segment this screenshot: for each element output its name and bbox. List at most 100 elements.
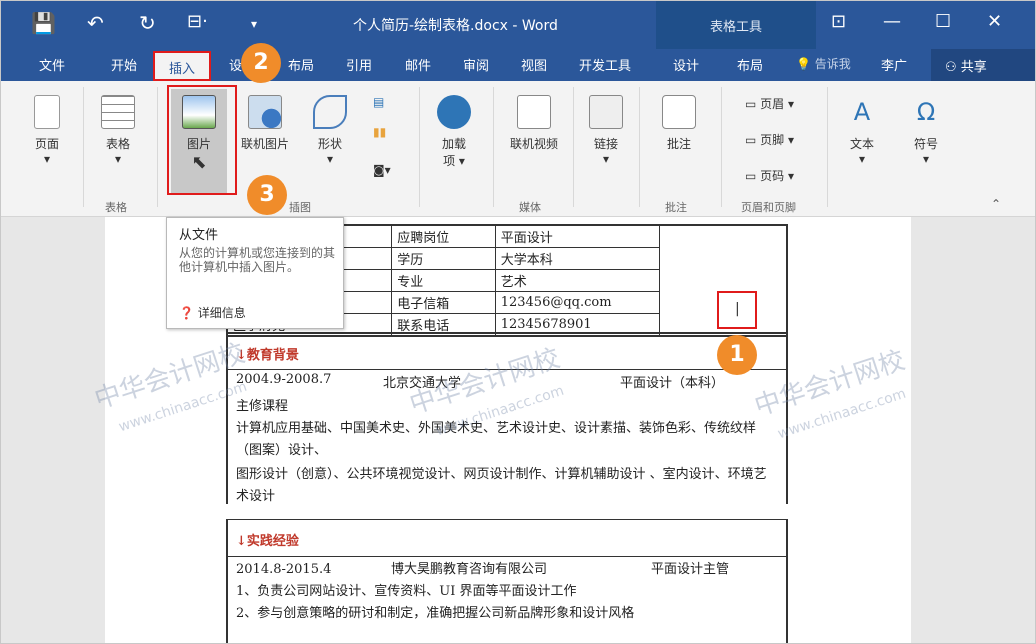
table-button[interactable]: 表格 ▾ <box>93 95 143 166</box>
work-company: 博大昊鹏教育咨询有限公司 <box>391 562 548 577</box>
table-draw-icon[interactable]: ⊟· <box>187 11 208 32</box>
table-tools-context: 表格工具 <box>656 1 816 49</box>
footer-label: 页脚 <box>760 133 785 147</box>
table-cell[interactable]: 艺术 <box>494 269 661 292</box>
work-heading: ↓实践经验 <box>236 534 299 549</box>
picture-highlight <box>167 85 237 195</box>
cursor-cell-highlight: | <box>717 291 757 329</box>
save-icon[interactable]: 💾 <box>31 11 56 35</box>
work-heading-row[interactable]: ↓实践经验 <box>226 519 788 557</box>
share-label: 共享 <box>960 60 987 75</box>
link-button[interactable]: 链接 ▾ <box>581 95 631 166</box>
chart-icon[interactable]: ▮▮ <box>373 125 386 139</box>
text-cursor: | <box>735 301 740 317</box>
omega-icon: Ω <box>916 98 936 126</box>
chevron-down-icon: ▾ <box>114 152 122 166</box>
share-button[interactable]: ⚇ 共享 <box>931 49 1035 81</box>
chevron-down-icon: ▾ <box>602 152 610 166</box>
ribbon-insert: 页面 ▾ 表格 ▾ 表格 图片 ⬉ 联机图片 形状 ▾ ▤ ▮▮ ◙▾ 插图 加载项 … <box>1 81 1035 217</box>
shapes-icon <box>313 95 347 129</box>
callout-step-3: 3 <box>247 175 287 215</box>
table-cell[interactable]: 大学本科 <box>494 247 661 270</box>
group-tables: 表格 <box>105 201 127 214</box>
header-button[interactable]: ▭ 页眉 ▾ <box>745 95 794 112</box>
tab-view[interactable]: 视图 <box>521 55 547 74</box>
close-button[interactable]: ✕ <box>987 11 1002 32</box>
group-media: 媒体 <box>519 201 541 214</box>
online-picture-label: 联机图片 <box>240 137 289 151</box>
footer-icon: ▭ <box>745 133 757 147</box>
tab-mailings[interactable]: 邮件 <box>405 55 431 74</box>
group-comments: 批注 <box>665 201 687 214</box>
tell-me-label: 告诉我 <box>814 57 851 71</box>
tab-table-design[interactable]: 设计 <box>673 55 699 74</box>
online-video-button[interactable]: 联机视频 <box>501 95 567 152</box>
footer-button[interactable]: ▭ 页脚 ▾ <box>745 131 794 148</box>
symbol-label: 符号 <box>913 137 938 151</box>
tab-layout[interactable]: 布局 <box>288 55 314 74</box>
text-button[interactable]: A 文本 ▾ <box>837 95 887 166</box>
tooltip-title: 从文件 <box>179 228 219 243</box>
tell-me-box[interactable]: 💡 告诉我 <box>796 55 851 72</box>
table-cell[interactable]: 学历 <box>391 247 496 270</box>
undo-icon[interactable]: ↶ <box>87 11 104 35</box>
chevron-down-icon: ▾ <box>922 152 930 166</box>
user-name[interactable]: 李广 <box>881 55 907 74</box>
ribbon-options-icon[interactable]: ⊡ <box>831 11 846 32</box>
header-label: 页眉 <box>760 97 785 111</box>
tooltip-more-info[interactable]: ❓ 详细信息 <box>179 304 246 321</box>
online-video-label: 联机视频 <box>509 137 558 151</box>
picture-tooltip: 从文件 从您的计算机或您连接到的其他计算机中插入图片。 ❓ 详细信息 <box>166 217 344 329</box>
screenshot-icon[interactable]: ◙▾ <box>373 163 391 177</box>
table-cell[interactable]: 123456@qq.com <box>494 291 661 314</box>
comment-label: 批注 <box>666 137 691 151</box>
page-number-button[interactable]: ▭ 页码 ▾ <box>745 167 794 184</box>
tab-home[interactable]: 开始 <box>111 55 137 74</box>
chevron-down-icon: ▾ <box>858 152 866 166</box>
tab-references[interactable]: 引用 <box>346 55 372 74</box>
store-icon <box>437 95 471 129</box>
word-window: 💾 ↶ ↻ ⊟· ▾ 个人简历-绘制表格.docx - Word 表格工具 ⊡ … <box>0 0 1036 644</box>
online-picture-button[interactable]: 联机图片 <box>233 95 297 152</box>
addins-button[interactable]: 加载项 ▾ <box>429 95 479 169</box>
symbol-button[interactable]: Ω 符号 ▾ <box>901 95 951 166</box>
work-duty-1: 1、负责公司网站设计、宣传资料、UI 界面等平面设计工作 <box>236 584 577 599</box>
shapes-button[interactable]: 形状 ▾ <box>305 95 355 166</box>
page-number-label: 页码 <box>760 169 785 183</box>
table-cell[interactable]: 专业 <box>391 269 496 292</box>
work-title: 平面设计主管 <box>651 562 730 577</box>
restore-button[interactable]: ☐ <box>935 11 951 32</box>
document-title: 个人简历-绘制表格.docx - Word <box>353 18 558 34</box>
edu-major: 平面设计（本科） <box>620 376 725 391</box>
tab-review[interactable]: 审阅 <box>463 55 489 74</box>
page-icon <box>34 95 60 129</box>
table-icon <box>101 95 135 129</box>
tab-developer[interactable]: 开发工具 <box>579 55 631 74</box>
chevron-down-icon: ▾ <box>326 152 334 166</box>
table-cell[interactable]: 平面设计 <box>494 224 661 248</box>
addins-label: 加载项 ▾ <box>441 137 466 168</box>
work-dates: 2014.8-2015.4 <box>236 562 332 577</box>
shapes-label: 形状 <box>317 137 342 151</box>
help-icon: ❓ <box>179 306 194 320</box>
customize-qat-icon[interactable]: ▾ <box>251 17 257 31</box>
table-cell[interactable]: 应聘岗位 <box>391 224 496 248</box>
comment-button[interactable]: 批注 <box>649 95 709 152</box>
collapse-ribbon-icon[interactable]: ⌃ <box>991 197 1001 211</box>
callout-step-1: 1 <box>717 335 757 375</box>
title-bar: 💾 ↶ ↻ ⊟· ▾ 个人简历-绘制表格.docx - Word 表格工具 ⊡ … <box>1 1 1035 49</box>
table-cell[interactable]: 电子信箱 <box>391 291 496 314</box>
work-block[interactable]: 2014.8-2015.4 博大昊鹏教育咨询有限公司 平面设计主管 1、负责公司… <box>226 557 788 643</box>
minimize-button[interactable]: — <box>883 11 901 32</box>
tab-file[interactable]: 文件 <box>39 55 65 74</box>
edu-dates: 2004.9-2008.7 <box>236 372 332 387</box>
tab-table-layout[interactable]: 布局 <box>737 55 763 74</box>
smartart-icon[interactable]: ▤ <box>373 95 384 109</box>
group-illustrations: 插图 <box>289 201 311 214</box>
redo-icon[interactable]: ↻ <box>139 11 156 35</box>
text-a-icon: A <box>853 98 871 126</box>
tab-insert[interactable]: 插入 <box>153 51 211 81</box>
page-button[interactable]: 页面 ▾ <box>25 95 69 166</box>
table-label: 表格 <box>105 137 130 151</box>
courses-line-2: 图形设计（创意）、公共环境视觉设计、网页设计制作、计算机辅助设计 、室内设计、环… <box>236 467 767 504</box>
